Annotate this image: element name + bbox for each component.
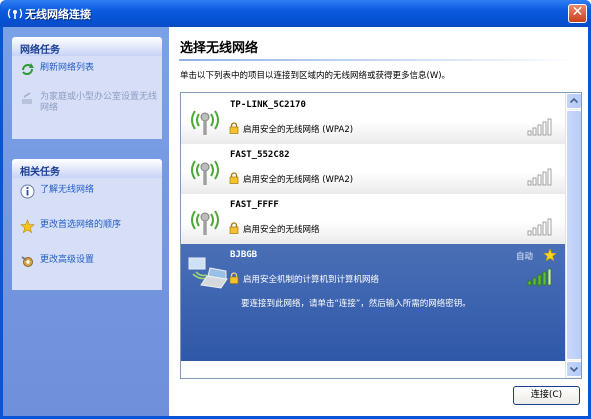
network-security: 启用安全机制的计算机到计算机网络 bbox=[243, 275, 380, 285]
network-item-tp-link-5c2170[interactable]: TP-LINK_5C2170 启用安全的无线网络 (WPA2) bbox=[181, 94, 565, 144]
scroll-up-button[interactable] bbox=[566, 93, 581, 109]
close-button[interactable]: ✕ bbox=[568, 4, 587, 23]
signal-strength-icon bbox=[527, 218, 552, 236]
refresh-icon bbox=[22, 63, 34, 75]
auto-connect-label: 自动 bbox=[516, 252, 534, 262]
network-list-scrollbar[interactable] bbox=[565, 93, 581, 378]
network-name: TP-LINK_5C2170 bbox=[230, 100, 306, 110]
learn-wireless-label: 了解无线网络 bbox=[40, 185, 95, 195]
title-bar[interactable]: 无线网络连接 ✕ bbox=[0, 0, 591, 27]
network-security: 启用安全的无线网络 bbox=[243, 225, 320, 235]
wireless-antenna-icon bbox=[191, 160, 219, 185]
info-icon bbox=[20, 184, 35, 199]
connect-hint: 要连接到此网络，请单击“连接”，然后输入所需的网络密钥。 bbox=[241, 299, 471, 309]
scroll-down-button[interactable] bbox=[566, 361, 581, 377]
network-item-fast-ffff[interactable]: FAST_FFFF 启用安全的无线网络 bbox=[181, 194, 565, 244]
related-tasks-title[interactable]: 相关任务 bbox=[12, 159, 162, 178]
learn-wireless-link[interactable]: 了解无线网络 bbox=[12, 182, 162, 217]
preferred-star-icon bbox=[543, 248, 557, 262]
lock-icon bbox=[229, 272, 239, 284]
main-pane: 选择无线网络 单击以下列表中的项目以连接到区域内的无线网络或获得更多信息(W)。… bbox=[169, 27, 588, 416]
refresh-network-list-link[interactable]: 刷新网络列表 bbox=[12, 60, 162, 89]
network-name: BJBGB bbox=[230, 250, 258, 260]
network-list[interactable]: TP-LINK_5C2170 启用安全的无线网络 (WPA2) FAST_552… bbox=[180, 92, 582, 379]
setup-home-network-link: 为家庭或小型办公室设置无线网络 bbox=[12, 89, 162, 133]
computer-to-computer-icon bbox=[188, 257, 228, 289]
signal-strength-icon bbox=[527, 268, 552, 286]
network-security: 启用安全的无线网络 (WPA2) bbox=[243, 175, 354, 185]
chevron-down-icon bbox=[569, 366, 579, 373]
refresh-network-list-label: 刷新网络列表 bbox=[40, 63, 95, 73]
change-advanced-settings-link[interactable]: 更改高级设置 bbox=[12, 252, 162, 276]
network-tasks-title[interactable]: 网络任务 bbox=[12, 37, 162, 56]
task-pane: 网络任务 刷新网络列表 为家庭或小型办公室设置无线网络 相关任务 了解无线网络 … bbox=[3, 27, 169, 416]
setup-wizard-icon bbox=[22, 92, 32, 104]
change-advanced-settings-label: 更改高级设置 bbox=[40, 255, 95, 265]
connect-button[interactable]: 连接(C) bbox=[513, 386, 580, 405]
wireless-network-icon bbox=[7, 8, 23, 19]
network-security: 启用安全的无线网络 (WPA2) bbox=[243, 125, 354, 135]
network-item-bjbgb[interactable]: BJBGB 自动 启用安全机制的计算机到计算机网络 要连接到此网络，请单击“连接… bbox=[181, 244, 565, 361]
change-preferred-order-link[interactable]: 更改首选网络的顺序 bbox=[12, 217, 162, 252]
page-title: 选择无线网络 bbox=[180, 41, 259, 56]
scroll-thumb[interactable] bbox=[566, 110, 581, 360]
settings-icon bbox=[21, 256, 33, 267]
related-tasks-panel: 相关任务 了解无线网络 更改首选网络的顺序 更改高级设置 bbox=[12, 159, 162, 290]
window-title: 无线网络连接 bbox=[25, 8, 91, 21]
network-tasks-panel: 网络任务 刷新网络列表 为家庭或小型办公室设置无线网络 bbox=[12, 37, 162, 139]
lock-icon bbox=[229, 172, 239, 184]
signal-strength-icon bbox=[527, 118, 552, 136]
chevron-up-icon bbox=[569, 97, 579, 104]
network-name: FAST_552C82 bbox=[230, 150, 290, 160]
signal-strength-icon bbox=[527, 168, 552, 186]
setup-home-network-label: 为家庭或小型办公室设置无线网络 bbox=[40, 92, 158, 113]
wireless-connection-window: 无线网络连接 ✕ 网络任务 刷新网络列表 为家庭或小型办公室设置无线网络 相关任… bbox=[0, 0, 591, 419]
network-item-fast-552c82[interactable]: FAST_552C82 启用安全的无线网络 (WPA2) bbox=[181, 144, 565, 194]
wireless-antenna-icon bbox=[191, 110, 219, 135]
page-description: 单击以下列表中的项目以连接到区域内的无线网络或获得更多信息(W)。 bbox=[180, 71, 451, 81]
star-icon bbox=[20, 219, 35, 234]
lock-icon bbox=[229, 122, 239, 134]
heading-divider bbox=[179, 59, 581, 61]
wireless-antenna-icon bbox=[191, 210, 219, 235]
lock-icon bbox=[229, 222, 239, 234]
window-client: 网络任务 刷新网络列表 为家庭或小型办公室设置无线网络 相关任务 了解无线网络 … bbox=[3, 27, 588, 416]
change-preferred-order-label: 更改首选网络的顺序 bbox=[40, 220, 122, 230]
network-name: FAST_FFFF bbox=[230, 200, 279, 210]
